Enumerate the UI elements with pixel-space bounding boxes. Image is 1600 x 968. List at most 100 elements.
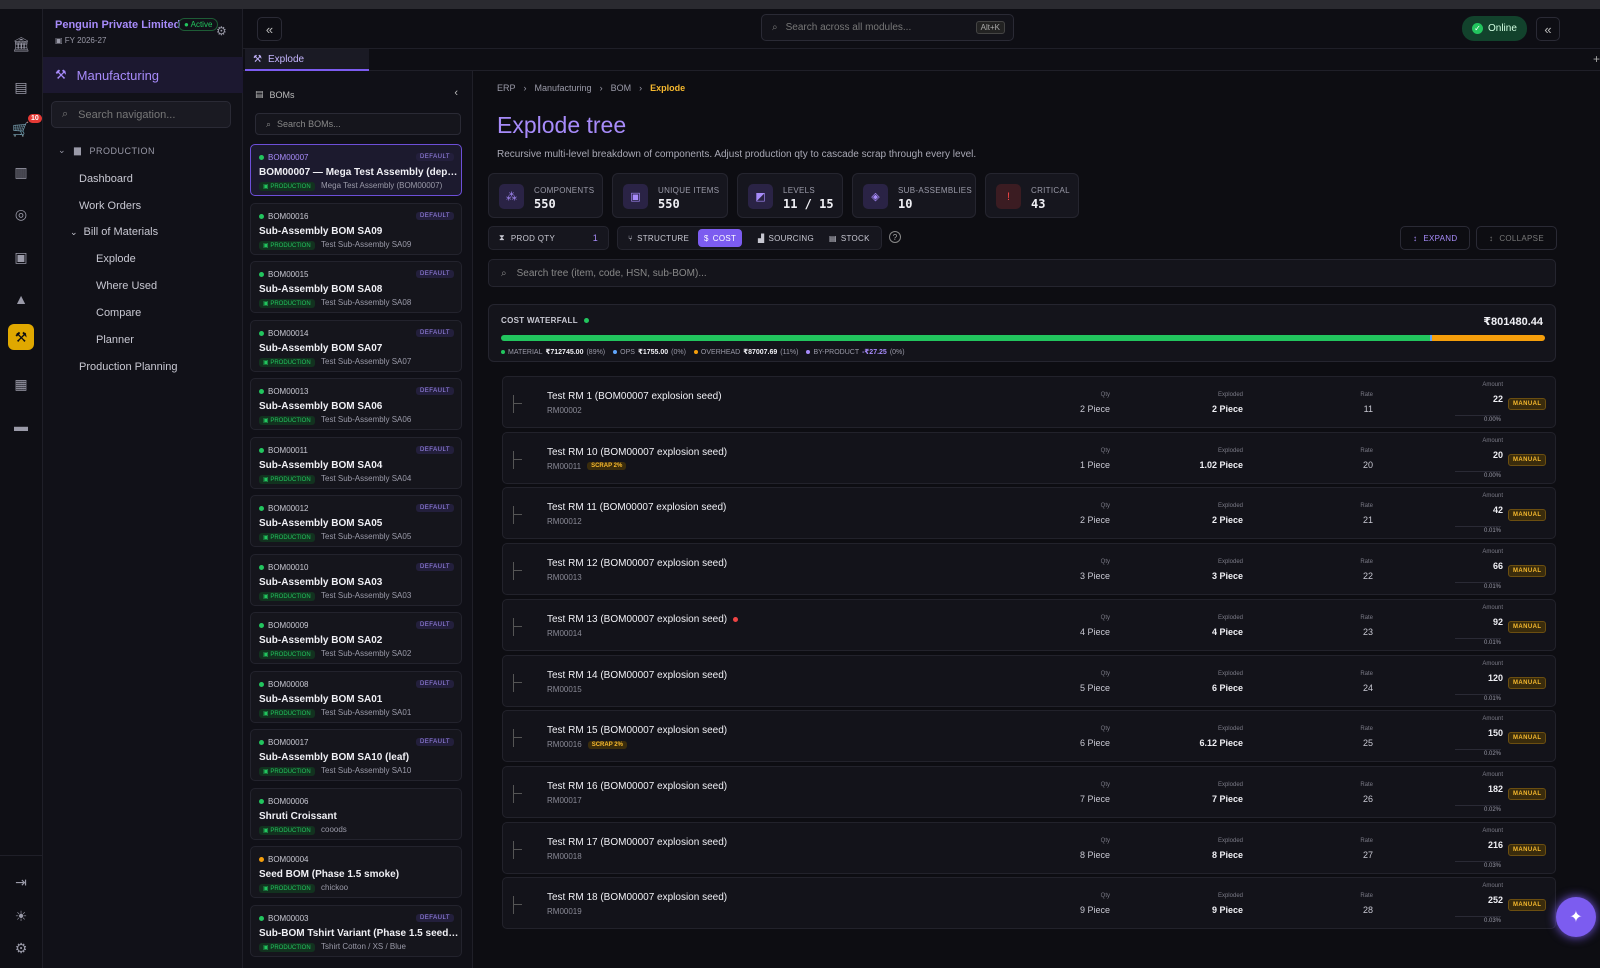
magic-wand-icon: ✦ bbox=[1569, 909, 1583, 926]
briefcase-icon[interactable]: ▣ bbox=[8, 244, 34, 270]
bom-card[interactable]: BOM00003 DEFAULT Sub-BOM Tshirt Variant (P… bbox=[250, 904, 462, 957]
bom-card[interactable]: BOM00004 Seed BOM (Phase 1.5 smoke) ▣ PROD… bbox=[250, 846, 462, 898]
status-badge: ● Active bbox=[178, 18, 219, 31]
tree-row[interactable]: Test RM 14 (BOM00007 explosion seed) RM00… bbox=[502, 654, 1556, 707]
tree-row[interactable]: Test RM 1 (BOM00007 explosion seed) RM000… bbox=[502, 376, 1556, 428]
bom-card[interactable]: BOM00012 DEFAULT Sub-Assembly BOM SA05 ▣ PR… bbox=[250, 495, 462, 547]
scrap-badge: SCRAP 2% bbox=[587, 462, 627, 471]
tree-row[interactable]: Test RM 15 (BOM00007 explosion seed) RM00… bbox=[502, 710, 1556, 763]
exploded-value: 1.02 Piece bbox=[1199, 459, 1243, 470]
bom-search-input[interactable]: ⌕ Search BOMs... bbox=[255, 113, 461, 135]
warehouse-icon[interactable]: ▥ bbox=[8, 159, 34, 185]
tree-row[interactable]: Test RM 13 (BOM00007 explosion seed) RM00… bbox=[502, 598, 1556, 651]
breadcrumb-manufacturing[interactable]: Manufacturing bbox=[535, 83, 592, 93]
tree-search-input[interactable]: ⌕ Search tree (item, code, HSN, sub-BOM).… bbox=[488, 259, 1556, 287]
magic-wand-button[interactable]: ✦ bbox=[1556, 897, 1596, 937]
chevron-left-icon[interactable]: ‹ bbox=[454, 87, 458, 99]
scrap-badge: SCRAP 2% bbox=[587, 740, 627, 749]
tree-row[interactable]: Test RM 11 (BOM00007 explosion seed) RM00… bbox=[502, 487, 1556, 540]
manual-badge[interactable]: MANUAL bbox=[1508, 565, 1547, 578]
cart-icon[interactable]: 🛒 10 bbox=[8, 114, 42, 142]
help-icon[interactable]: ? bbox=[889, 231, 901, 243]
nav-search-input[interactable]: ⌕ Search navigation... bbox=[51, 101, 231, 128]
manual-badge[interactable]: MANUAL bbox=[1508, 676, 1547, 689]
manual-badge[interactable]: MANUAL bbox=[1508, 620, 1547, 633]
item-code-text: RM00014 bbox=[547, 628, 582, 638]
theme-sun-icon[interactable]: ☀ bbox=[8, 903, 34, 929]
tree-row[interactable]: Test RM 18 (BOM00007 explosion seed) RM00… bbox=[502, 877, 1556, 930]
company-name[interactable]: Penguin Private Limited bbox=[55, 19, 180, 31]
manual-badge[interactable]: MANUAL bbox=[1508, 398, 1547, 410]
amount-label: Amount bbox=[1482, 716, 1503, 723]
collapse-sidebar-button[interactable]: « bbox=[257, 17, 282, 41]
nav-item-work-orders[interactable]: Work Orders bbox=[79, 200, 141, 212]
nav-section-production[interactable]: ⌄ ▆ PRODUCTION bbox=[58, 145, 155, 156]
default-badge: DEFAULT bbox=[415, 387, 454, 395]
bank-icon[interactable]: 🏛 bbox=[8, 31, 34, 57]
tree-row[interactable]: Test RM 12 (BOM00007 explosion seed) RM00… bbox=[502, 543, 1556, 596]
bom-card[interactable]: BOM00014 DEFAULT Sub-Assembly BOM SA07 ▣ PR… bbox=[250, 319, 462, 372]
bom-card[interactable]: BOM00006 Shruti Croissant ▣ PRODUCTION cooo… bbox=[250, 787, 462, 840]
manual-badge[interactable]: MANUAL bbox=[1508, 899, 1547, 912]
legend-label: MATERIAL bbox=[508, 348, 543, 356]
new-tab-icon[interactable]: + bbox=[1593, 52, 1600, 66]
logout-icon[interactable]: ⇥ bbox=[8, 869, 34, 895]
bom-card[interactable]: BOM00016 DEFAULT Sub-Assembly BOM SA09 ▣ PR… bbox=[250, 202, 462, 255]
manual-badge[interactable]: MANUAL bbox=[1508, 843, 1547, 856]
nav-item-production-planning[interactable]: Production Planning bbox=[79, 361, 177, 373]
collapse-button[interactable]: ↕ COLLAPSE bbox=[1476, 226, 1557, 250]
nav-item-compare[interactable]: Compare bbox=[96, 307, 141, 319]
collapse-icon: ↕ bbox=[1489, 233, 1494, 243]
bom-card[interactable]: BOM00015 DEFAULT Sub-Assembly BOM SA08 ▣ PR… bbox=[250, 261, 462, 313]
chart-icon[interactable]: ▦ bbox=[8, 371, 34, 397]
tree-row[interactable]: Test RM 16 (BOM00007 explosion seed) RM00… bbox=[502, 765, 1556, 818]
manual-badge[interactable]: MANUAL bbox=[1508, 509, 1547, 522]
breadcrumb-erp[interactable]: ERP bbox=[497, 83, 516, 93]
expand-button[interactable]: ↕ EXPAND bbox=[1400, 226, 1471, 250]
waterfall-title: COST WATERFALL bbox=[501, 316, 589, 325]
factory-icon: ⚒ bbox=[55, 67, 67, 82]
production-badge-text: PRODUCTION bbox=[270, 359, 311, 366]
shapes-icon[interactable]: ▲ bbox=[8, 286, 34, 312]
settings-icon[interactable]: ⚙ bbox=[8, 935, 34, 961]
prod-qty-value[interactable]: 1 bbox=[593, 233, 598, 243]
legend-dot bbox=[501, 350, 505, 354]
factory-icon[interactable]: ⚒ bbox=[8, 324, 34, 350]
archive-icon[interactable]: ▤ bbox=[8, 74, 34, 100]
item-code: RM00014 bbox=[547, 629, 582, 638]
nav-item-bom[interactable]: ⌄ Bill of Materials bbox=[70, 226, 158, 238]
nav-item-dashboard[interactable]: Dashboard bbox=[79, 173, 133, 185]
tree-row[interactable]: Test RM 17 (BOM00007 explosion seed) RM00… bbox=[502, 821, 1556, 874]
headset-icon[interactable]: ◎ bbox=[8, 201, 34, 227]
collapse-right-panel-button[interactable]: « bbox=[1536, 17, 1560, 41]
structure-view-button[interactable]: ⑂ STRUCTURE bbox=[622, 229, 695, 247]
cost-view-button[interactable]: $ COST bbox=[698, 229, 743, 247]
tree-branch bbox=[513, 729, 522, 748]
manual-badge[interactable]: MANUAL bbox=[1508, 787, 1547, 800]
nav-item-where-used[interactable]: Where Used bbox=[96, 280, 157, 292]
bom-card[interactable]: BOM00011 DEFAULT Sub-Assembly BOM SA04 ▣ PR… bbox=[250, 436, 462, 489]
folder-icon[interactable]: ▬ bbox=[8, 413, 34, 439]
global-search-input[interactable]: ⌕ Search across all modules... Alt+K bbox=[761, 14, 1014, 41]
breadcrumb-bom[interactable]: BOM bbox=[611, 83, 632, 93]
manual-badge[interactable]: MANUAL bbox=[1508, 453, 1547, 466]
bom-card[interactable]: BOM00009 DEFAULT Sub-Assembly BOM SA02 ▣ PR… bbox=[250, 612, 462, 664]
tab-explode-label: Explode bbox=[267, 53, 305, 65]
prod-qty-field[interactable]: ⧗ PROD QTY 1 bbox=[488, 226, 609, 250]
nav-item-explode[interactable]: Explode bbox=[96, 253, 136, 265]
bom-card[interactable]: BOM00010 DEFAULT Sub-Assembly BOM SA03 ▣ PR… bbox=[250, 553, 462, 606]
rate-value: 26 bbox=[1362, 793, 1373, 804]
manual-badge[interactable]: MANUAL bbox=[1508, 732, 1547, 745]
bom-card[interactable]: BOM00013 DEFAULT Sub-Assembly BOM SA06 ▣ PR… bbox=[250, 378, 462, 430]
stock-view-button[interactable]: ▤ STOCK bbox=[823, 229, 876, 247]
bom-card[interactable]: BOM00008 DEFAULT Sub-Assembly BOM SA01 ▣ PR… bbox=[250, 670, 462, 723]
tree-row[interactable]: Test RM 10 (BOM00007 explosion seed) RM00… bbox=[502, 431, 1556, 484]
tab-explode[interactable]: ⚒ Explode bbox=[245, 49, 369, 71]
nav-item-planner[interactable]: Planner bbox=[96, 334, 134, 346]
gear-icon[interactable]: ⚙ bbox=[216, 24, 227, 38]
sourcing-view-button[interactable]: ▟ SOURCING bbox=[752, 229, 820, 247]
bom-code-text: BOM00011 bbox=[268, 445, 308, 455]
bom-card[interactable]: BOM00017 DEFAULT Sub-Assembly BOM SA10 (le… bbox=[250, 729, 462, 781]
bom-card[interactable]: BOM00007 DEFAULT BOM00007 — Mega Test Asse… bbox=[250, 144, 462, 196]
online-status-button[interactable]: ✓ Online bbox=[1462, 16, 1527, 41]
